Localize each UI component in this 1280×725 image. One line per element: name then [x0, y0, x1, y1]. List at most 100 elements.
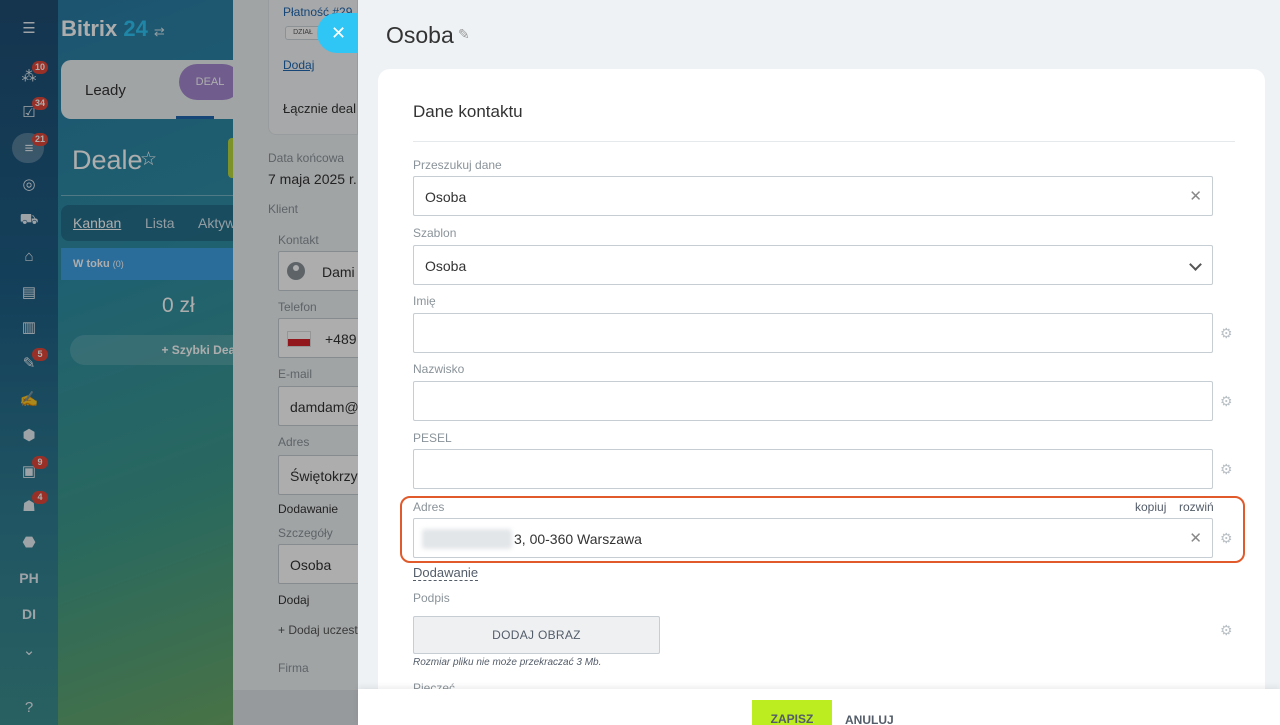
search-label: Przeszukuj dane — [413, 158, 502, 172]
contacts-icon[interactable]: ▣ 9 — [0, 456, 58, 486]
add-label: Dodaj — [278, 593, 310, 607]
first-name-field[interactable] — [413, 313, 1213, 353]
highlight-outline — [400, 496, 1245, 563]
end-date-label: Data końcowa — [268, 151, 345, 165]
view-kanban[interactable]: Kanban — [73, 215, 121, 231]
details-label: Szczegóły — [278, 526, 333, 540]
add-image-button[interactable]: DODAJ OBRAZ — [413, 616, 660, 654]
logo[interactable]: Bitrix 24 ⇄ — [61, 16, 165, 42]
contact-field[interactable]: Dami — [278, 251, 358, 291]
divider — [413, 141, 1235, 142]
deal-chip[interactable]: DEAL — [179, 64, 241, 100]
tasks-icon[interactable]: ☑ 34 — [0, 97, 58, 127]
pesel-field[interactable] — [413, 449, 1213, 489]
target-icon[interactable]: ◎ — [0, 169, 58, 199]
search-input[interactable]: Osoba ✕ — [413, 176, 1213, 216]
hexagon-icon[interactable]: ⬢ — [0, 420, 58, 450]
clear-icon[interactable]: ✕ — [1189, 187, 1202, 205]
save-button[interactable]: ZAPISZ — [752, 700, 832, 725]
active-tab-underline — [176, 116, 214, 119]
first-name-label: Imię — [413, 294, 436, 308]
logo-number: 24 — [123, 16, 148, 41]
end-date-value[interactable]: 7 maja 2025 r. — [268, 171, 357, 187]
add-link[interactable]: Dodaj — [283, 58, 314, 72]
robot-icon[interactable]: ☗ 4 — [0, 491, 58, 521]
phone-label: Telefon — [278, 300, 317, 314]
view-lista[interactable]: Lista — [145, 215, 175, 231]
gear-icon[interactable]: ⚙ — [1220, 622, 1233, 639]
phone-value: +489 — [325, 331, 357, 347]
last-name-field[interactable] — [413, 381, 1213, 421]
bank-icon[interactable]: ⌂ — [0, 241, 58, 271]
left-rail: ☰ ⁂ 10 ☑ 34 ≡ 21 ◎ ⛟ ⌂ ▤ ▥ ✎ 5 ✍ ⬢ ▣ 9 ☗ 4 ⬣ P… — [0, 0, 58, 725]
slider-footer: ZAPISZ ANULUJ — [358, 689, 1280, 725]
phone-field[interactable]: +489 — [278, 318, 358, 358]
address-field[interactable]: Świętokrzys — [278, 455, 358, 495]
gear-icon[interactable]: ⚙ — [1220, 393, 1233, 410]
avatar-icon — [287, 262, 305, 280]
clipboard-icon[interactable]: ▤ — [0, 277, 58, 307]
panel-footer — [233, 690, 358, 725]
column-title: W toku (0) — [73, 258, 124, 270]
chevron-down-icon[interactable]: ⌄ — [0, 635, 58, 665]
logo-text: Bitrix — [61, 16, 118, 41]
email-label: E-mail — [278, 367, 313, 381]
column-sum: 0 zł — [162, 294, 195, 317]
chat-icon[interactable]: ⁂ 10 — [0, 61, 58, 91]
tab-leady[interactable]: Leady — [85, 82, 126, 99]
gear-icon[interactable]: ⚙ — [1220, 325, 1233, 342]
signature-label: Podpis — [413, 591, 450, 605]
template-value: Osoba — [425, 258, 467, 274]
column-title-text: W toku — [73, 258, 110, 270]
adding-label: Dodawanie — [278, 502, 339, 516]
rail-badge: 34 — [32, 97, 49, 110]
close-slider-button[interactable]: ✕ — [317, 13, 358, 53]
gear-icon[interactable]: ⚙ — [1220, 461, 1233, 478]
page-title: Deale — [72, 145, 143, 175]
status-chip: DZIAŁ — [285, 26, 321, 40]
pesel-label: PESEL — [413, 431, 452, 445]
close-icon: ✕ — [330, 23, 347, 43]
details-field[interactable]: Osoba — [278, 544, 358, 584]
box-icon[interactable]: ⬣ — [0, 527, 58, 557]
add-participant-link[interactable]: + Dodaj uczest — [278, 623, 358, 637]
deal-detail-panel: Płatność #29 DZIAŁ Dodaj Łącznie deal Da… — [233, 0, 358, 725]
slider-title: Osoba — [386, 22, 454, 48]
signature-icon[interactable]: ✍ — [0, 384, 58, 414]
switch-icon[interactable]: ⇄ — [154, 24, 165, 39]
view-aktyw[interactable]: Aktyw — [198, 215, 235, 231]
client-label: Klient — [268, 202, 299, 216]
search-value: Osoba — [425, 189, 467, 205]
pencil-icon[interactable]: ✎ — [458, 26, 470, 43]
template-label: Szablon — [413, 226, 457, 240]
rail-badge: 21 — [32, 133, 49, 146]
contact-slider: Osoba ✎ Dane kontaktu Przeszukuj dane Os… — [358, 0, 1280, 725]
rail-badge: 4 — [32, 491, 48, 504]
company-label: Firma — [278, 661, 309, 675]
contact-label: Kontakt — [278, 233, 319, 247]
template-select[interactable]: Osoba — [413, 245, 1213, 285]
adding-link[interactable]: Dodawanie — [413, 566, 479, 581]
hamburger-icon[interactable]: ☰ — [0, 13, 58, 43]
star-icon[interactable]: ☆ — [140, 148, 157, 171]
chevron-down-icon — [1189, 258, 1202, 271]
rail-item-di[interactable]: DI — [0, 599, 58, 629]
total-deal: Łącznie deal — [283, 101, 356, 116]
crm-icon[interactable]: ≡ 21 — [0, 133, 58, 163]
card-title: Dane kontaktu — [413, 102, 523, 121]
rail-item-ph[interactable]: PH — [0, 563, 58, 593]
rail-badge: 10 — [32, 61, 49, 74]
poland-flag-icon[interactable] — [287, 331, 311, 347]
rail-badge: 9 — [32, 456, 48, 469]
last-name-label: Nazwisko — [413, 362, 465, 376]
cancel-button[interactable]: ANULUJ — [845, 713, 894, 725]
document-icon[interactable]: ✎ 5 — [0, 348, 58, 378]
address-label: Adres — [278, 435, 310, 449]
email-field[interactable]: damdam@ — [278, 386, 358, 426]
rail-badge: 5 — [32, 348, 48, 361]
address-value: Świętokrzys — [290, 468, 358, 484]
help-icon[interactable]: ? — [0, 692, 58, 722]
cart-icon[interactable]: ⛟ — [0, 205, 58, 235]
email-value: damdam@ — [290, 399, 358, 415]
analytics-icon[interactable]: ▥ — [0, 312, 58, 342]
